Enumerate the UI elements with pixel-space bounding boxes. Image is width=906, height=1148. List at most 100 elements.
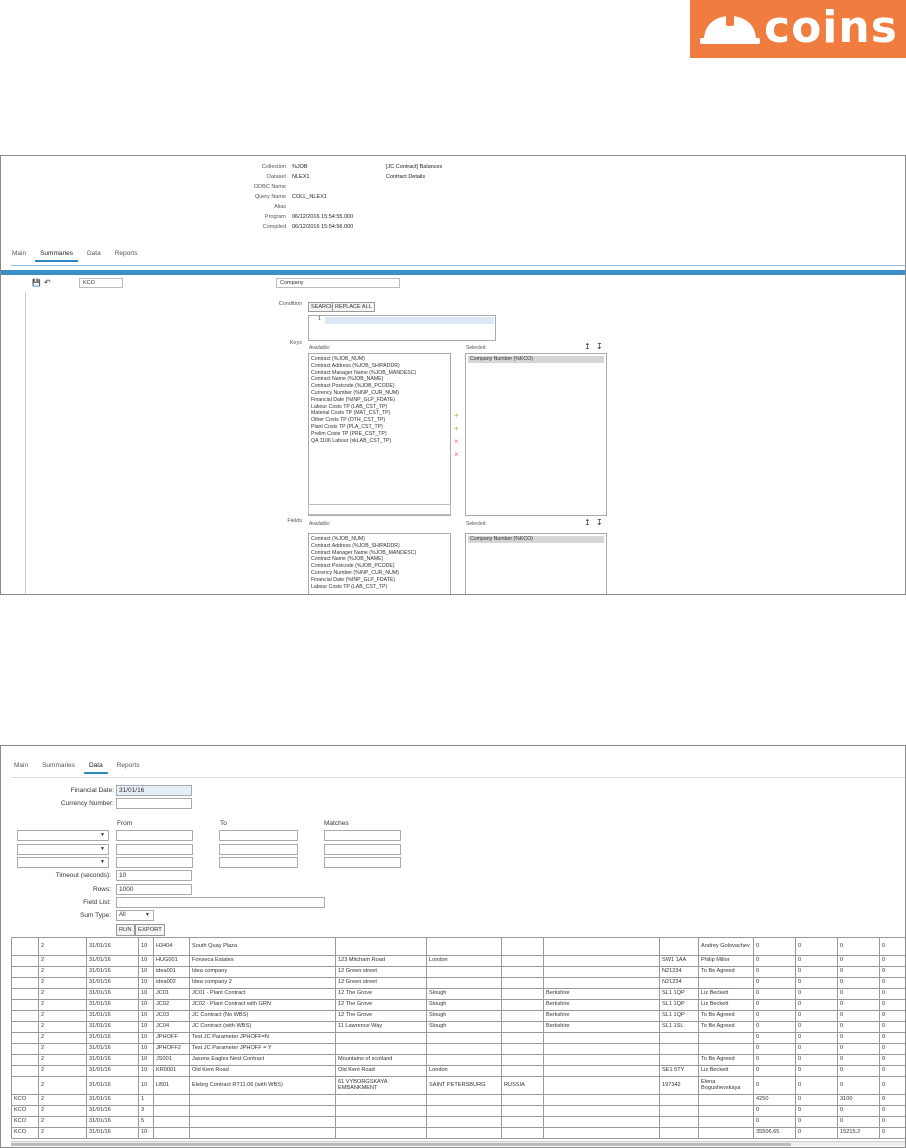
remove-icon[interactable]: ×	[454, 438, 459, 446]
tab-data[interactable]: Data	[80, 250, 108, 257]
table-row[interactable]: 2 31/01/16 10 HUG001 Fonseca Estates 123 Mitc…	[11, 955, 905, 967]
list-item[interactable]: Financial Date (%INP_GLP_FDATE)	[311, 577, 448, 584]
list-item[interactable]: Contract Postcode (%JOB_PCODE)	[311, 563, 448, 570]
table-row[interactable]: 2 31/01/16 10 H3404 South Quay Plaza Andrey G…	[11, 937, 905, 956]
add-all-icon[interactable]: +	[454, 425, 459, 433]
financial-date-input[interactable]: 31/01/16	[116, 785, 192, 796]
list-item[interactable]: Other Costs TP (OTH_CST_TP)	[311, 417, 448, 424]
filter-from-input[interactable]	[116, 830, 193, 841]
table-row[interactable]: 2 31/01/16 10 JC03 JC Contract (No WBS) 12 Th…	[11, 1010, 905, 1022]
move-up-icon[interactable]: ↥	[584, 343, 591, 351]
table-row[interactable]: 2 31/01/16 10 JC01 JC01 - Plant Contract 12 T…	[11, 988, 905, 1000]
filter-matches-input[interactable]	[324, 844, 401, 855]
save-icon[interactable]: 💾	[32, 279, 41, 287]
move-down-icon[interactable]: ↧	[596, 519, 603, 527]
remove-all-icon[interactable]: ×	[454, 451, 459, 459]
list-item[interactable]: Plant Costs TP (PLA_CST_TP)	[311, 424, 448, 431]
rows-input[interactable]: 1000	[116, 884, 192, 895]
table-cell: 31/01/16	[86, 1010, 139, 1022]
table-cell	[11, 1065, 39, 1077]
replace-all-button[interactable]: REPLACE ALL	[332, 302, 375, 312]
table-row[interactable]: 2 31/01/16 10 JPHOFF2 Test JC Parameter JPHO…	[11, 1043, 905, 1055]
list-item[interactable]: Currency Number (%INP_CUR_NUM)	[311, 570, 448, 577]
list-item[interactable]: Financial Date (%INP_GLP_FDATE)	[311, 397, 448, 404]
tab-reports[interactable]: Reports	[108, 250, 145, 257]
table-cell: 0	[879, 1127, 905, 1139]
timeout-label: Timeout (seconds):	[55, 872, 111, 879]
table-row[interactable]: KCO231/01/16300000	[11, 1105, 905, 1117]
list-item[interactable]: Contract Manager Name (%JOB_MANDESC)	[311, 370, 448, 377]
list-item[interactable]: Contract Manager Name (%JOB_MANDESC)	[311, 550, 448, 557]
list-item[interactable]: Labour Costs TP (LAB_CST_TP)	[311, 404, 448, 411]
table-cell: JPHOFF2	[153, 1043, 190, 1055]
table-cell: 10	[138, 1032, 154, 1044]
list-item[interactable]: Contract (%JOB_NUM)	[311, 356, 448, 363]
table-cell: 31/01/16	[86, 1021, 139, 1033]
export-button[interactable]: EXPORT	[135, 924, 165, 936]
filter-field-select[interactable]: ▼	[17, 830, 109, 841]
table-row[interactable]: KCO231/01/16500000	[11, 1116, 905, 1128]
filter-field-select[interactable]: ▼	[17, 857, 109, 868]
table-row[interactable]: 2 31/01/16 10 LB01 Elebrg Contract RT11.06 (…	[11, 1076, 905, 1095]
table-row[interactable]: 2 31/01/16 10 idea001 Idea company 12 Green s…	[11, 966, 905, 978]
table-row[interactable]: KCO231/01/161035506.65015215.200	[11, 1127, 905, 1139]
filter-matches-input[interactable]	[324, 857, 401, 868]
list-item[interactable]: Contract Postcode (%JOB_PCODE)	[311, 383, 448, 390]
selected-item[interactable]: Company Number (%KCO)	[468, 536, 604, 543]
table-row[interactable]: 2 31/01/16 10 JPHOFF Test JC Parameter JPHOF…	[11, 1032, 905, 1044]
filter-matches-input[interactable]	[324, 830, 401, 841]
condition-editor[interactable]: 1	[308, 315, 496, 341]
list-item[interactable]: Contract (%JOB_NUM)	[311, 536, 448, 543]
tab-summaries[interactable]: Summaries	[33, 250, 80, 262]
move-down-icon[interactable]: ↧	[596, 343, 603, 351]
list-item[interactable]: Contract Address (%JOB_SHIPADDR)	[311, 543, 448, 550]
list-item[interactable]: Labour Costs TP (LAB_CST_TP)	[311, 584, 448, 591]
summary-code-input[interactable]: KCO	[79, 278, 123, 288]
table-cell: Test JC Parameter JPHOFF=N	[189, 1032, 336, 1044]
filter-to-input[interactable]	[219, 844, 298, 855]
table-row[interactable]: 2 31/01/16 10 JS001 Jasons Eagles Nest Contr…	[11, 1054, 905, 1066]
summary-name-input[interactable]: Company	[276, 278, 400, 288]
table-cell	[426, 977, 502, 989]
table-cell	[698, 1105, 754, 1117]
table-row[interactable]: 2 31/01/16 10 JC04 JC Contract (with WBS) 11 …	[11, 1021, 905, 1033]
table-cell	[501, 1105, 544, 1117]
tab-summaries[interactable]: Summaries	[35, 762, 82, 769]
timeout-input[interactable]: 10	[116, 870, 192, 881]
list-item[interactable]: Contract Address (%JOB_SHIPADDR)	[311, 363, 448, 370]
horizontal-scrollbar[interactable]	[11, 1141, 905, 1146]
table-row[interactable]: 2 31/01/16 10 idea002 Idea company 2 12 Green…	[11, 977, 905, 989]
sum-type-select[interactable]: All ▼	[116, 910, 154, 921]
keys-filter-input[interactable]	[308, 504, 451, 515]
selected-item[interactable]: Company Number (%KCO)	[468, 356, 604, 363]
currency-number-input[interactable]	[116, 798, 192, 809]
fields-available-list: Contract (%JOB_NUM) Contract Address (%J…	[308, 533, 451, 594]
tab-reports[interactable]: Reports	[110, 762, 147, 769]
table-cell	[543, 977, 660, 989]
filter-to-input[interactable]	[219, 857, 298, 868]
list-item[interactable]: QA 1106 Labour (xkLAB_CST_TP)	[311, 438, 448, 445]
scrollbar-thumb[interactable]	[11, 1143, 791, 1146]
run-button[interactable]: RUN	[116, 924, 135, 936]
list-item[interactable]: Prelim Costs TP (PRE_CST_TP)	[311, 431, 448, 438]
field-list-input[interactable]	[116, 897, 325, 908]
table-row[interactable]: 2 31/01/16 10 JC02 JC02 - Plant Contract wit…	[11, 999, 905, 1011]
table-cell: 12 The Grove	[335, 988, 427, 1000]
list-item[interactable]: Contract Name (%JOB_NAME)	[311, 376, 448, 383]
list-item[interactable]: Material Costs TP (MAT_CST_TP)	[311, 410, 448, 417]
table-row[interactable]: KCO231/01/16142500310000	[11, 1094, 905, 1106]
tab-data[interactable]: Data	[82, 762, 110, 774]
undo-icon[interactable]: ↶	[44, 278, 51, 287]
filter-from-input[interactable]	[116, 857, 193, 868]
list-item[interactable]: Currency Number (%INP_CUR_NUM)	[311, 390, 448, 397]
table-cell: 10	[138, 1021, 154, 1033]
table-row[interactable]: 2 31/01/16 10 KR0001 Old Kent Road Old Kent R…	[11, 1065, 905, 1077]
list-item[interactable]: Contract Name (%JOB_NAME)	[311, 556, 448, 563]
tab-main[interactable]: Main	[7, 762, 35, 769]
move-up-icon[interactable]: ↥	[584, 519, 591, 527]
add-icon[interactable]: +	[454, 412, 459, 420]
tab-main[interactable]: Main	[5, 250, 33, 257]
filter-to-input[interactable]	[219, 830, 298, 841]
filter-field-select[interactable]: ▼	[17, 844, 109, 855]
filter-from-input[interactable]	[116, 844, 193, 855]
